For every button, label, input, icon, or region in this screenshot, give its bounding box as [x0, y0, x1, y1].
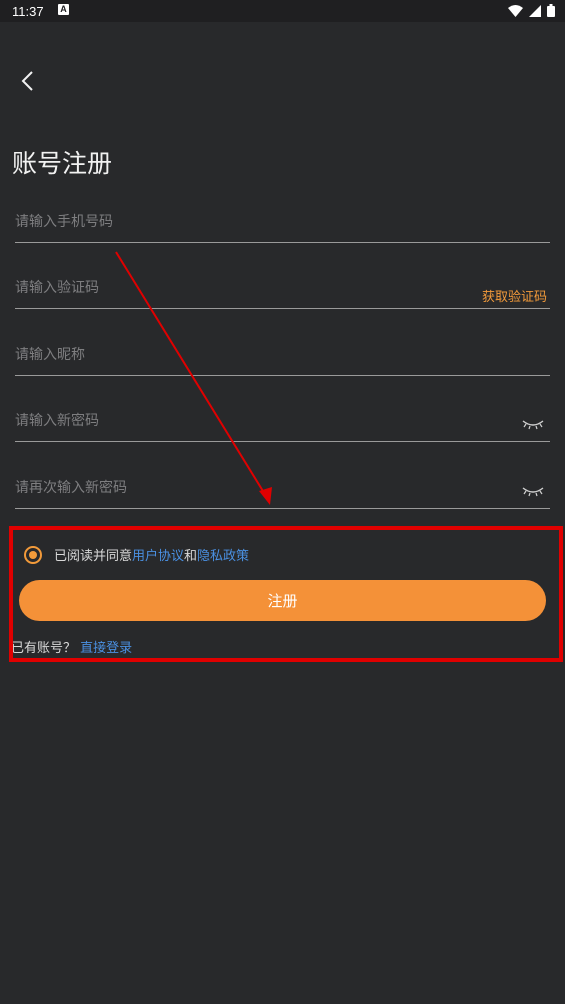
get-code-button[interactable]: 获取验证码 [482, 286, 547, 305]
password-field [15, 401, 550, 442]
battery-icon [547, 4, 555, 17]
phone-field [15, 202, 550, 243]
privacy-policy-link[interactable]: 隐私政策 [197, 545, 249, 564]
page-title: 账号注册 [12, 149, 113, 178]
notification-icon: A [58, 4, 69, 15]
phone-input[interactable] [15, 202, 475, 242]
direct-login-link[interactable]: 直接登录 [80, 641, 132, 656]
login-prompt: 已有账号？ 直接登录 [11, 637, 132, 656]
confirm-password-field [15, 468, 550, 509]
wifi-icon [508, 4, 523, 17]
status-time: 11:37 [12, 4, 44, 19]
signal-icon [529, 4, 541, 17]
eye-closed-icon[interactable] [522, 485, 544, 497]
code-field: 获取验证码 [15, 268, 550, 309]
agreement-radio[interactable] [24, 545, 42, 564]
agreement-row: 已阅读并同意 用户协议 和 隐私政策 [24, 545, 249, 564]
verification-code-input[interactable] [15, 268, 475, 308]
agreement-conjunction: 和 [184, 549, 198, 564]
agreement-prefix: 已阅读并同意 [54, 549, 133, 564]
nickname-field [15, 335, 550, 376]
eye-closed-icon[interactable] [522, 418, 544, 430]
status-icons [508, 4, 555, 17]
status-bar: 11:37 A [0, 0, 565, 22]
confirm-password-input[interactable] [15, 468, 475, 508]
user-agreement-link[interactable]: 用户协议 [132, 545, 184, 564]
back-chevron-icon[interactable] [18, 70, 40, 92]
register-button[interactable]: 注册 [19, 580, 546, 621]
nickname-input[interactable] [15, 335, 475, 375]
login-prompt-text: 已有账号？ [11, 641, 77, 656]
new-password-input[interactable] [15, 401, 475, 441]
